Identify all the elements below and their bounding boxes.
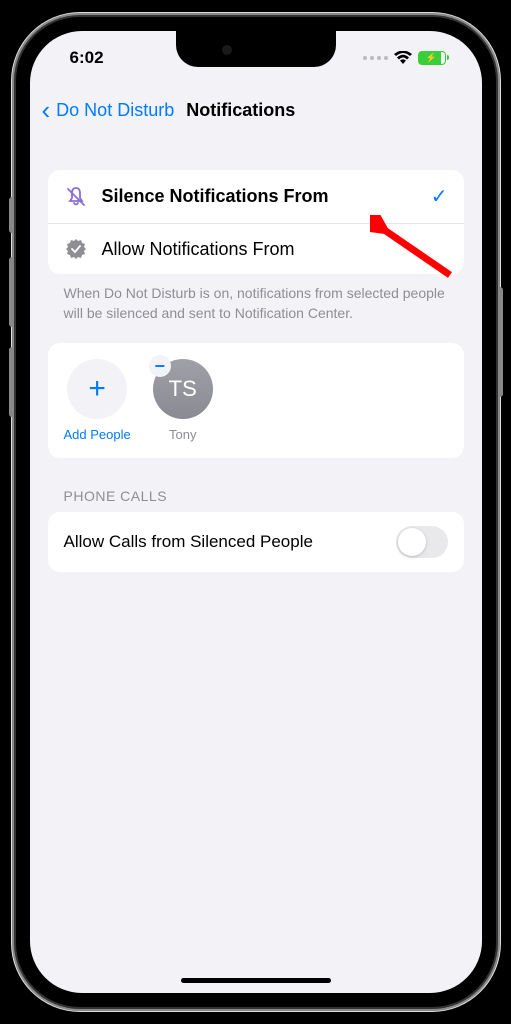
mute-switch [9, 197, 14, 233]
add-people-label: Add People [64, 427, 131, 442]
wifi-icon [394, 51, 412, 65]
phone-calls-group: Allow Calls from Silenced People [48, 512, 464, 572]
silence-notifications-row[interactable]: Silence Notifications From ✓ [48, 170, 464, 223]
page-title: Notifications [186, 100, 295, 121]
allow-notifications-row[interactable]: Allow Notifications From [48, 223, 464, 274]
allow-calls-row[interactable]: Allow Calls from Silenced People [48, 512, 464, 572]
switch-thumb [398, 528, 426, 556]
back-chevron-icon[interactable]: ‹ [42, 95, 51, 126]
status-right: ⚡ [363, 51, 446, 65]
mode-footer-text: When Do Not Disturb is on, notifications… [48, 274, 464, 323]
person-name: Tony [169, 427, 196, 442]
allow-label: Allow Notifications From [102, 239, 448, 260]
bell-slash-icon [64, 186, 88, 208]
remove-person-button[interactable]: − [149, 355, 171, 377]
person-item[interactable]: − TS Tony [153, 359, 213, 442]
home-indicator[interactable] [181, 978, 331, 983]
phone-frame: 6:02 ⚡ ‹ Do Not Disturb Notifications S [16, 17, 496, 1007]
checkmark-icon: ✓ [431, 184, 448, 209]
phone-calls-header: PHONE CALLS [48, 458, 464, 512]
silence-label: Silence Notifications From [102, 186, 417, 207]
volume-down [9, 347, 14, 417]
plus-icon: + [67, 359, 127, 419]
battery-icon: ⚡ [418, 51, 446, 65]
checkmark-seal-icon [64, 238, 88, 260]
add-people-button[interactable]: + Add People [64, 359, 131, 442]
page-dots-icon [363, 56, 388, 60]
volume-up [9, 257, 14, 327]
people-group: + Add People − TS Tony [48, 343, 464, 458]
power-button [498, 287, 503, 397]
content: Silence Notifications From ✓ Allow Notif… [30, 170, 482, 572]
notch [176, 31, 336, 67]
screen: 6:02 ⚡ ‹ Do Not Disturb Notifications S [30, 31, 482, 993]
back-button[interactable]: Do Not Disturb [56, 100, 174, 121]
notification-mode-group: Silence Notifications From ✓ Allow Notif… [48, 170, 464, 274]
allow-calls-toggle[interactable] [396, 526, 448, 558]
status-time: 6:02 [70, 48, 104, 68]
allow-calls-label: Allow Calls from Silenced People [64, 532, 382, 552]
nav-bar: ‹ Do Not Disturb Notifications [30, 85, 482, 140]
